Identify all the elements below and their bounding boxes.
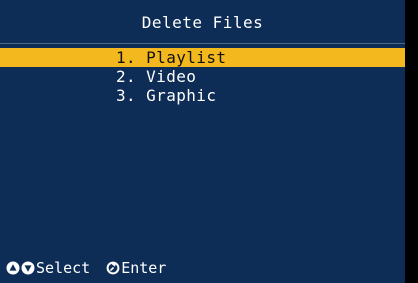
enter-label: Enter bbox=[121, 259, 167, 277]
menu-item-label: Graphic bbox=[146, 86, 217, 105]
title-divider bbox=[0, 43, 405, 44]
menu-item-label: Playlist bbox=[146, 48, 227, 67]
delete-files-menu: 1. Playlist 2. Video 3. Graphic bbox=[0, 48, 405, 105]
menu-item-number: 2. bbox=[116, 67, 137, 86]
menu-item-number: 1. bbox=[116, 48, 137, 67]
select-hint: Select bbox=[6, 258, 90, 278]
up-arrow-circle-icon bbox=[6, 261, 20, 275]
device-screen: Delete Files 1. Playlist 2. Video 3. Gra… bbox=[0, 0, 418, 283]
menu-item-label: Video bbox=[146, 67, 197, 86]
control-hints: Select Enter bbox=[6, 258, 166, 278]
select-label: Select bbox=[36, 259, 91, 277]
menu-item-playlist[interactable]: 1. Playlist bbox=[0, 48, 405, 67]
menu-item-video[interactable]: 2. Video bbox=[0, 67, 405, 86]
menu-item-number: 3. bbox=[116, 86, 137, 105]
enter-circle-icon bbox=[106, 261, 120, 275]
menu-item-graphic[interactable]: 3. Graphic bbox=[0, 86, 405, 105]
delete-files-panel: Delete Files 1. Playlist 2. Video 3. Gra… bbox=[0, 0, 405, 283]
down-arrow-circle-icon bbox=[21, 261, 35, 275]
enter-hint: Enter bbox=[106, 258, 166, 278]
page-title: Delete Files bbox=[141, 13, 264, 32]
